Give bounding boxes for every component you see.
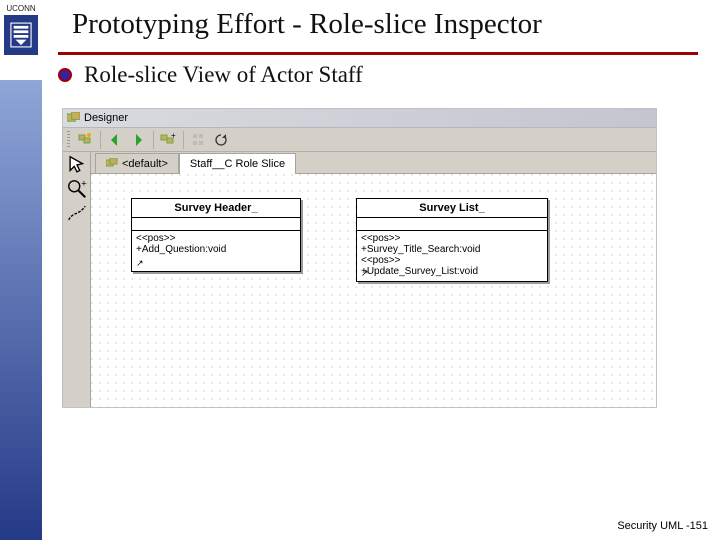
designer-toolbar: +	[63, 128, 656, 152]
tab-default[interactable]: <default>	[95, 153, 179, 173]
class1-ops: <<pos>> +Add_Question:void	[132, 231, 300, 271]
diagram-tabrow: <default> Staff__C Role Slice	[91, 152, 656, 174]
logo-strip: UCONN	[0, 0, 42, 540]
slide-title: Prototyping Effort - Role-slice Inspecto…	[72, 8, 542, 41]
svg-text:+: +	[81, 178, 87, 189]
svg-text:+: +	[171, 132, 176, 140]
tool-palette: +	[63, 152, 91, 407]
class1-collapse-icon[interactable]: ↗	[136, 258, 144, 269]
toolbar-sep-1	[100, 131, 101, 149]
uconn-logo: UCONN	[2, 4, 40, 55]
add-diagram-button[interactable]: +	[157, 130, 179, 150]
refresh-button[interactable]	[210, 130, 232, 150]
tab-default-label: <default>	[122, 158, 168, 170]
nav-back-button[interactable]	[104, 130, 126, 150]
class-survey-header[interactable]: Survey Header_ <<pos>> +Add_Question:voi…	[131, 198, 301, 272]
title-rule	[58, 52, 698, 55]
class1-name: Survey Header_	[132, 199, 300, 218]
class1-attr	[132, 218, 300, 231]
slide-footer: Security UML -151	[617, 520, 708, 532]
designer-icon	[67, 112, 80, 124]
toolbar-sep-3	[183, 131, 184, 149]
bullet-text: Role-slice View of Actor Staff	[84, 62, 363, 88]
line-tool[interactable]	[66, 203, 88, 223]
tab-default-icon	[106, 158, 118, 169]
designer-titlebar[interactable]: Designer	[63, 109, 656, 128]
uconn-shield-icon	[4, 15, 38, 55]
class2-attr	[357, 218, 547, 231]
bullet-row: Role-slice View of Actor Staff	[58, 62, 363, 88]
view-toggle-button[interactable]	[187, 130, 209, 150]
uconn-text: UCONN	[6, 4, 35, 13]
nav-forward-button[interactable]	[127, 130, 149, 150]
bullet-icon	[58, 68, 72, 82]
tab-role-slice-label: Staff__C Role Slice	[190, 158, 285, 170]
toolbar-grip[interactable]	[67, 131, 70, 149]
tab-role-slice[interactable]: Staff__C Role Slice	[179, 153, 296, 174]
class2-ops: <<pos>> +Survey_Title_Search:void <<pos>…	[357, 231, 547, 281]
designer-window-title: Designer	[84, 112, 128, 124]
class2-name: Survey List_	[357, 199, 547, 218]
pointer-tool[interactable]	[66, 155, 88, 175]
new-model-button[interactable]	[74, 130, 96, 150]
designer-window: Designer + + <default> Staff__C Role	[62, 108, 657, 408]
toolbar-sep-2	[153, 131, 154, 149]
class2-collapse-icon[interactable]: ↗	[361, 268, 369, 279]
diagram-canvas[interactable]: Survey Header_ <<pos>> +Add_Question:voi…	[91, 174, 656, 407]
class-survey-list[interactable]: Survey List_ <<pos>> +Survey_Title_Searc…	[356, 198, 548, 282]
zoom-tool[interactable]: +	[66, 179, 88, 199]
